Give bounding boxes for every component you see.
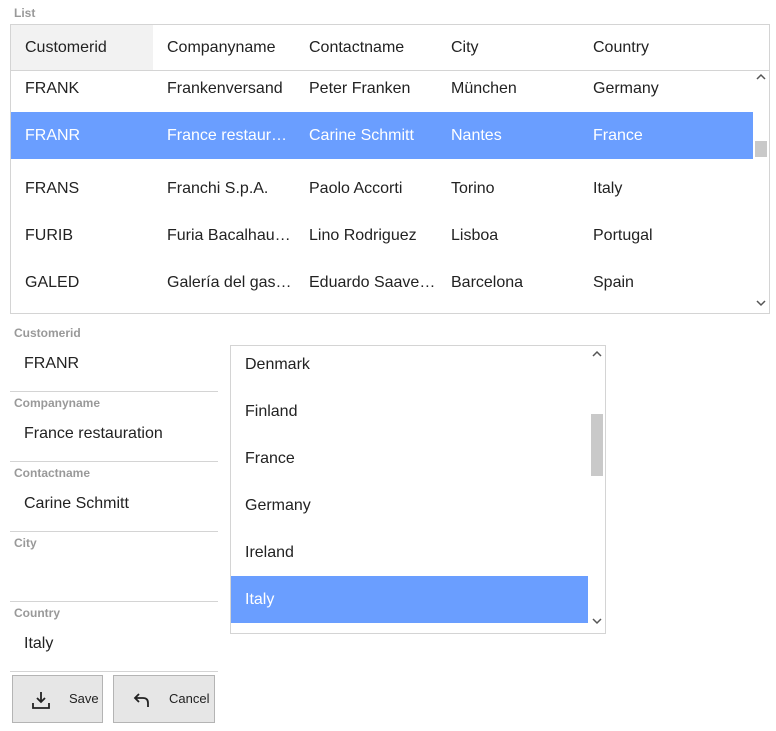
- cell-customerid: FRANK: [25, 80, 80, 97]
- country-field[interactable]: Country Italy: [10, 602, 218, 672]
- cell-contactname: Eduardo Saavedra: [309, 274, 437, 291]
- customer-grid[interactable]: Customerid Companyname Contactname City …: [10, 24, 770, 314]
- cell-companyname: Furia Bacalhau e …: [167, 227, 295, 244]
- column-header-country[interactable]: Country: [579, 25, 753, 70]
- chevron-down-icon[interactable]: [589, 615, 605, 631]
- column-header-companyname[interactable]: Companyname: [153, 25, 295, 70]
- list-item[interactable]: Denmark: [231, 346, 588, 393]
- companyname-label: Companyname: [14, 396, 101, 410]
- table-row[interactable]: GALED Galería del gastró… Eduardo Saaved…: [11, 265, 753, 312]
- cell-country: France: [593, 127, 643, 144]
- cell-customerid: FRANS: [25, 180, 80, 197]
- cell-country: Germany: [593, 80, 659, 97]
- grid-scrollbar[interactable]: [753, 71, 769, 313]
- cell-customerid: FURIB: [25, 227, 73, 244]
- save-download-icon: [31, 690, 51, 710]
- grid-header: Customerid Companyname Contactname City …: [11, 25, 769, 71]
- list-item[interactable]: Germany: [231, 487, 588, 534]
- chevron-down-icon[interactable]: [753, 297, 769, 313]
- chevron-up-icon[interactable]: [753, 71, 769, 87]
- cell-contactname: Lino Rodriguez: [309, 227, 417, 244]
- column-header-city[interactable]: City: [437, 25, 579, 70]
- table-row[interactable]: FURIB Furia Bacalhau e … Lino Rodriguez …: [11, 218, 753, 265]
- cell-contactname: Peter Franken: [309, 80, 411, 97]
- list-item[interactable]: Ireland: [231, 534, 588, 581]
- cell-city: München: [451, 80, 517, 97]
- cell-companyname: Frankenversand: [167, 80, 283, 97]
- cell-country: Spain: [593, 274, 634, 291]
- cell-city: Lisboa: [451, 227, 499, 244]
- list-label: List: [14, 6, 36, 20]
- save-label: Save: [69, 691, 99, 706]
- customerid-label: Customerid: [14, 326, 81, 340]
- cell-country: Italy: [593, 180, 623, 197]
- contactname-field[interactable]: Contactname Carine Schmitt: [10, 462, 218, 532]
- cell-customerid: GALED: [25, 274, 80, 291]
- city-field[interactable]: City: [10, 532, 218, 602]
- cell-companyname: Franchi S.p.A.: [167, 180, 269, 197]
- table-row[interactable]: FRANS Franchi S.p.A. Paolo Accorti Torin…: [11, 171, 753, 218]
- companyname-value: France restauration: [24, 425, 163, 442]
- city-label: City: [14, 536, 37, 550]
- contactname-label: Contactname: [14, 466, 91, 480]
- cancel-button[interactable]: Cancel: [113, 675, 215, 723]
- undo-arrow-icon: [132, 690, 152, 710]
- cell-customerid: FRANR: [25, 127, 81, 144]
- list-item[interactable]: Finland: [231, 393, 588, 440]
- cell-city: Nantes: [451, 127, 502, 144]
- cancel-label: Cancel: [169, 691, 210, 706]
- cell-contactname: Paolo Accorti: [309, 180, 403, 197]
- grid-body: FRANK Frankenversand Peter Franken Münch…: [11, 71, 753, 313]
- cell-city: Barcelona: [451, 274, 524, 291]
- list-item-selected[interactable]: Italy: [231, 576, 588, 623]
- country-listbox[interactable]: Denmark Finland France Germany Ireland I…: [230, 345, 606, 634]
- listbox-scrollbar[interactable]: [589, 346, 605, 633]
- cell-companyname: Galería del gastró…: [167, 274, 295, 291]
- grid-scroll-thumb[interactable]: [755, 141, 767, 157]
- table-row[interactable]: FRANK Frankenversand Peter Franken Münch…: [11, 71, 753, 118]
- customerid-value: FRANR: [24, 355, 80, 372]
- customerid-field[interactable]: Customerid FRANR: [10, 322, 218, 392]
- column-header-customerid[interactable]: Customerid: [11, 25, 153, 70]
- companyname-field[interactable]: Companyname France restauration: [10, 392, 218, 462]
- contactname-value: Carine Schmitt: [24, 495, 129, 512]
- save-button[interactable]: Save: [12, 675, 103, 723]
- list-item[interactable]: France: [231, 440, 588, 487]
- country-value: Italy: [24, 635, 54, 652]
- cell-city: Torino: [451, 180, 495, 197]
- table-row-selected[interactable]: FRANR France restauration Carine Schmitt…: [11, 112, 753, 159]
- cell-contactname: Carine Schmitt: [309, 127, 414, 144]
- listbox-scroll-thumb[interactable]: [591, 414, 603, 476]
- column-header-contactname[interactable]: Contactname: [295, 25, 437, 70]
- cell-companyname: France restauration: [167, 127, 295, 144]
- cell-country: Portugal: [593, 227, 653, 244]
- chevron-up-icon[interactable]: [589, 348, 605, 364]
- country-label: Country: [14, 606, 60, 620]
